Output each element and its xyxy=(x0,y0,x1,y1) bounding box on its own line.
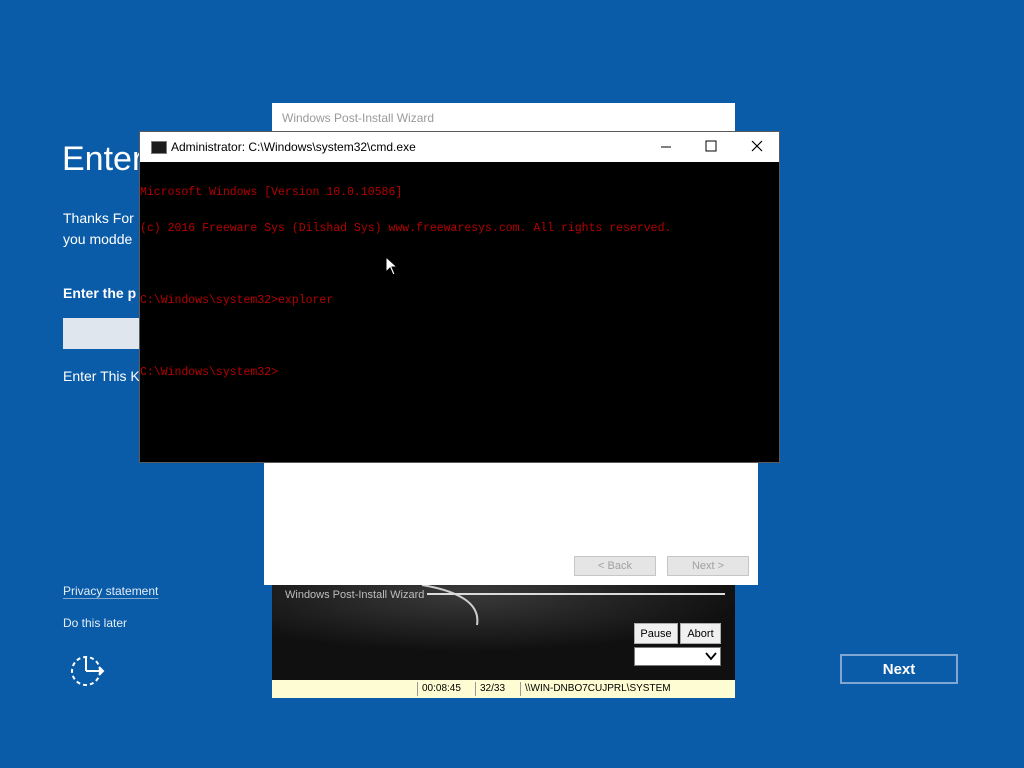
progress-line xyxy=(427,593,725,595)
wizard-title: Windows Post-Install Wizard xyxy=(282,111,435,125)
privacy-statement-link[interactable]: Privacy statement xyxy=(63,584,158,598)
wizard-next-button[interactable]: Next > xyxy=(667,556,749,576)
maximize-icon[interactable] xyxy=(705,140,717,152)
enter-key-hint: Enter This K xyxy=(63,368,140,384)
cmd-icon xyxy=(151,141,167,154)
back-button[interactable]: < Back xyxy=(574,556,656,576)
status-user: \\WIN-DNBO7CUJPRL\SYSTEM xyxy=(520,682,671,696)
console-line: C:\Windows\system32>explorer xyxy=(140,294,334,307)
enter-key-label: Enter the p xyxy=(63,285,137,301)
status-count: 32/33 xyxy=(475,682,522,696)
cmd-window-title: Administrator: C:\Windows\system32\cmd.e… xyxy=(171,140,416,154)
next-button[interactable]: Next xyxy=(840,654,958,684)
console-line: (c) 2016 Freeware Sys (Dilshad Sys) www.… xyxy=(140,222,672,235)
mouse-cursor-icon xyxy=(385,256,398,276)
chevron-down-icon[interactable] xyxy=(703,648,719,664)
console-line: Microsoft Windows [Version 10.0.10586] xyxy=(140,186,403,199)
console-line: C:\Windows\system32> xyxy=(140,366,279,379)
cmd-console[interactable]: Microsoft Windows [Version 10.0.10586] (… xyxy=(140,163,779,391)
minimize-icon[interactable] xyxy=(660,141,672,153)
do-this-later-link[interactable]: Do this later xyxy=(63,616,127,630)
close-icon[interactable] xyxy=(750,139,764,153)
status-time: 00:08:45 xyxy=(417,682,476,696)
progress-label: Windows Post-Install Wizard xyxy=(285,589,425,601)
abort-button[interactable]: Abort xyxy=(680,623,721,644)
page-title: Enter xyxy=(62,140,144,178)
pause-button[interactable]: Pause xyxy=(634,623,678,644)
accessibility-icon[interactable] xyxy=(70,654,106,688)
